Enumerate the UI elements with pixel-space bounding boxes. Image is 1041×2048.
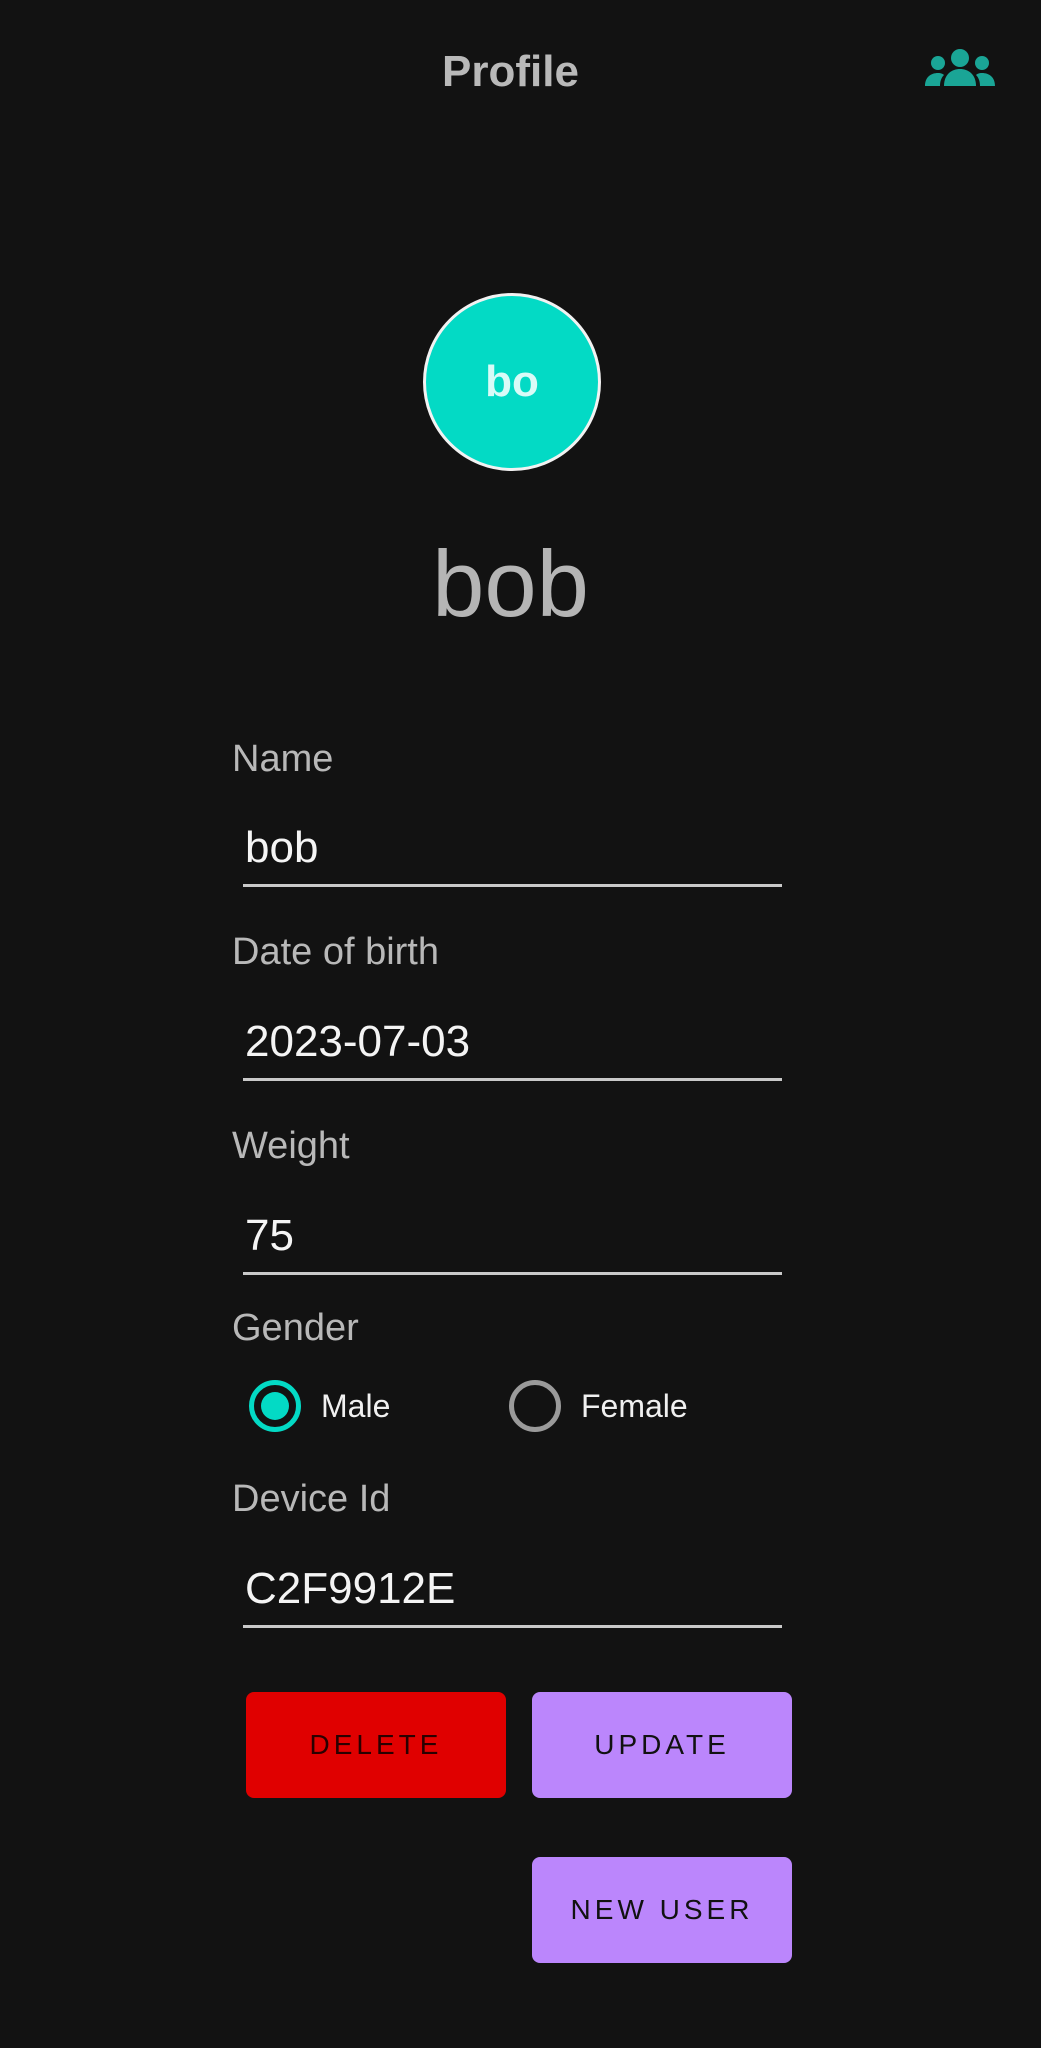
page-title: Profile (442, 47, 579, 96)
users-button[interactable] (916, 36, 1004, 100)
name-field[interactable] (243, 818, 782, 887)
avatar-initials: bo (485, 357, 539, 406)
weight-label: Weight (232, 1125, 350, 1167)
gender-radio-female[interactable]: Female (509, 1380, 688, 1432)
radio-checked-icon (249, 1380, 301, 1432)
gender-radio-male[interactable]: Male (249, 1380, 390, 1432)
update-button[interactable]: UPDATE (532, 1692, 792, 1798)
device-id-field[interactable] (243, 1559, 782, 1628)
delete-button[interactable]: DELETE (246, 1692, 506, 1798)
dob-label: Date of birth (232, 931, 439, 973)
radio-label-male: Male (321, 1387, 391, 1424)
profile-display-name: bob (432, 531, 589, 636)
new-user-button[interactable]: NEW USER (532, 1857, 792, 1963)
weight-field[interactable] (243, 1206, 782, 1275)
avatar: bo (423, 293, 601, 471)
radio-label-female: Female (581, 1387, 688, 1424)
name-label: Name (232, 738, 334, 780)
profile-screen: Profile bo bob Name Date of birth Weight… (0, 0, 1041, 2048)
radio-unchecked-icon (509, 1380, 561, 1432)
people-group-icon (925, 49, 995, 86)
dob-field[interactable] (243, 1012, 782, 1081)
gender-label: Gender (232, 1307, 359, 1349)
radio-dot (261, 1392, 289, 1420)
device-id-label: Device Id (232, 1478, 391, 1520)
